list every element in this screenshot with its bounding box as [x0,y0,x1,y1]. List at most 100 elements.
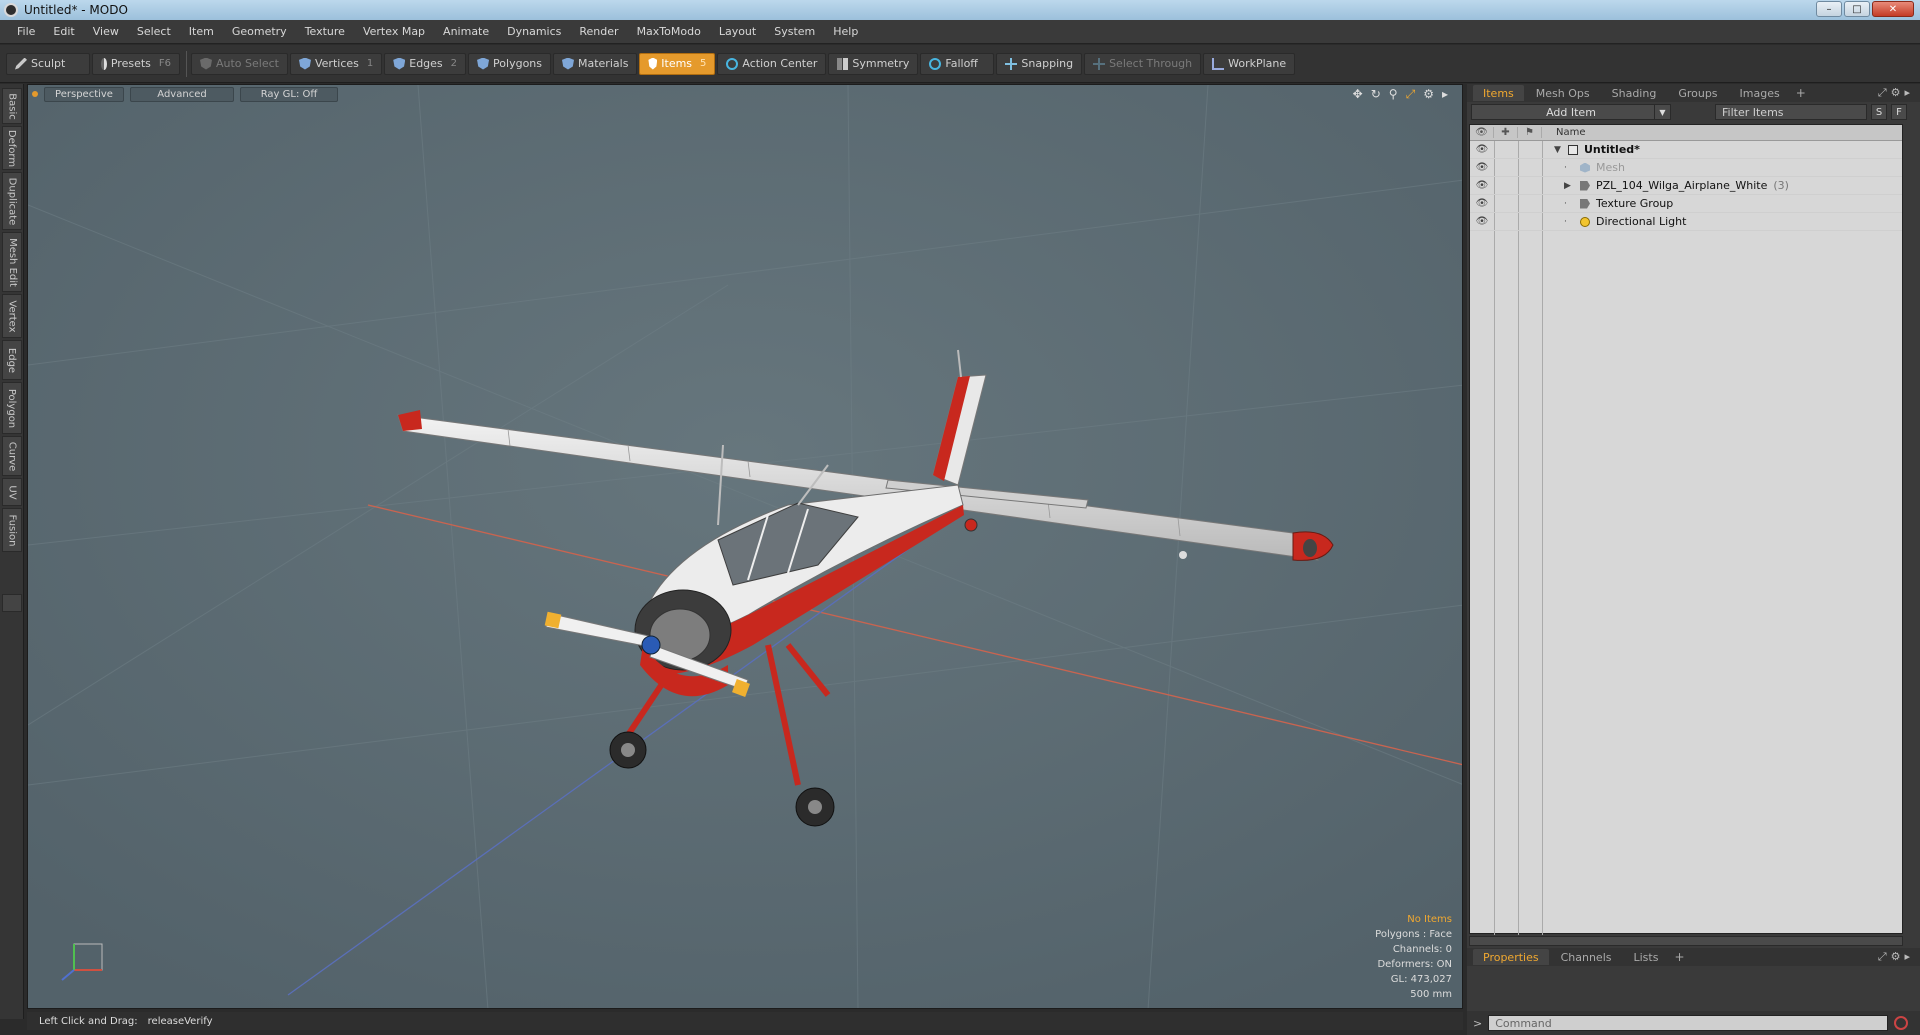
tab-mesh-ops[interactable]: Mesh Ops [1526,85,1600,101]
snapping-button[interactable]: Snapping [996,52,1083,75]
viewport-menu-dot[interactable] [32,91,38,97]
tab-edge[interactable]: Edge [2,340,22,380]
expand-arrow-icon[interactable]: ▼ [1554,145,1561,155]
tree-column-divider [1518,141,1519,935]
panel-options-icon[interactable]: ⤢⚙▸ [1878,950,1914,964]
add-tab-icon[interactable]: + [1796,86,1806,100]
eye-icon[interactable]: 👁 [1470,216,1494,227]
eye-icon[interactable]: 👁 [1470,144,1494,155]
add-item-button[interactable]: Add Item ▼ [1471,104,1671,120]
eye-icon[interactable]: 👁 [1470,198,1494,209]
items-icon [648,57,658,70]
expand-arrow-icon[interactable]: ▶ [1564,181,1571,191]
tree-row-mesh[interactable]: 👁 · Mesh [1470,159,1902,177]
minimize-button[interactable]: – [1816,1,1842,17]
presets-icon [101,57,107,70]
stop-icon[interactable] [1894,1016,1909,1030]
view-advanced-tab[interactable]: Advanced [130,86,234,102]
tree-scrollbar[interactable] [1469,936,1903,946]
symmetry-button[interactable]: Symmetry [828,52,919,75]
presets-button[interactable]: Presets F6 [92,52,180,75]
auto-select-button[interactable]: Auto Select [191,52,288,75]
menu-item[interactable]: Item [180,25,223,38]
zoom-icon[interactable]: ⚲ [1389,87,1398,102]
items-button[interactable]: Items 5 [639,52,716,75]
status-hint-action: releaseVerify [147,1015,213,1027]
menu-file[interactable]: File [8,25,44,38]
wing-light [1179,551,1187,559]
auto-select-icon [200,57,212,70]
falloff-button[interactable]: Falloff [920,52,995,75]
workplane-button[interactable]: WorkPlane [1203,52,1296,75]
render-column-icon[interactable]: ⚑ [1518,127,1542,138]
lock-column-icon[interactable]: ✚ [1494,127,1518,138]
menu-geometry[interactable]: Geometry [223,25,296,38]
tab-collapse-handle[interactable] [2,594,22,612]
propeller-tip-left [544,611,562,629]
add-tab-icon[interactable]: + [1674,950,1684,964]
name-column-header[interactable]: Name [1556,127,1586,138]
menu-render[interactable]: Render [570,25,627,38]
tree-row-texture-group[interactable]: 👁 · Texture Group [1470,195,1902,213]
menu-edit[interactable]: Edit [44,25,83,38]
raygl-tab[interactable]: Ray GL: Off [240,86,338,102]
materials-button[interactable]: Materials [553,52,638,75]
menu-select[interactable]: Select [128,25,180,38]
tab-duplicate[interactable]: Duplicate [2,172,22,230]
toolbar-separator [186,50,187,77]
tab-fusion[interactable]: Fusion [2,508,22,552]
materials-icon [562,57,574,70]
tab-groups[interactable]: Groups [1668,85,1727,101]
menu-layout[interactable]: Layout [710,25,765,38]
tab-basic[interactable]: Basic [2,88,22,124]
settings-gear-icon[interactable]: ⚙ [1423,87,1434,102]
tree-row-airplane-group[interactable]: 👁 ▶ PZL_104_Wilga_Airplane_White (3) [1470,177,1902,195]
sculpt-button[interactable]: Sculpt [6,52,90,75]
polygons-button[interactable]: Polygons [468,52,551,75]
rotate-icon[interactable]: ↻ [1371,87,1381,102]
eye-icon[interactable]: 👁 [1470,162,1494,173]
tab-curve[interactable]: Curve [2,436,22,476]
menu-animate[interactable]: Animate [434,25,498,38]
view-perspective-tab[interactable]: Perspective [44,86,124,102]
close-button[interactable]: ✕ [1872,1,1914,17]
properties-panel-tabs: Properties Channels Lists + ⤢⚙▸ [1467,948,1920,966]
filter-items-input[interactable] [1715,104,1867,120]
tab-items[interactable]: Items [1473,85,1524,101]
menu-help[interactable]: Help [824,25,867,38]
tab-shading[interactable]: Shading [1602,85,1667,101]
select-through-button[interactable]: Select Through [1084,52,1202,75]
command-input[interactable] [1488,1015,1889,1031]
chevron-down-icon[interactable]: ▼ [1654,105,1670,119]
filter-s-button[interactable]: S [1871,104,1887,120]
tab-mesh-edit[interactable]: Mesh Edit [2,232,22,292]
action-center-button[interactable]: Action Center [717,52,827,75]
viewport-menu-arrow-icon[interactable]: ▸ [1442,87,1448,102]
edges-button[interactable]: Edges 2 [384,52,467,75]
3d-viewport[interactable]: Perspective Advanced Ray GL: Off ✥ ↻ ⚲ ⤢… [27,84,1463,1009]
tab-uv[interactable]: UV [2,478,22,506]
menu-system[interactable]: System [765,25,824,38]
maximize-button[interactable]: □ [1844,1,1870,17]
tab-vertex[interactable]: Vertex [2,294,22,338]
menu-vertex-map[interactable]: Vertex Map [354,25,434,38]
filter-f-button[interactable]: F [1891,104,1907,120]
menu-view[interactable]: View [84,25,128,38]
vertices-button[interactable]: Vertices 1 [289,52,383,75]
visibility-column-icon[interactable]: 👁 [1470,127,1494,138]
tab-lists[interactable]: Lists [1624,949,1669,965]
panel-options-icon[interactable]: ⤢⚙▸ [1878,86,1914,100]
menu-dynamics[interactable]: Dynamics [498,25,570,38]
menu-maxtomodo[interactable]: MaxToModo [628,25,710,38]
tab-properties[interactable]: Properties [1473,949,1549,965]
eye-icon[interactable]: 👁 [1470,180,1494,191]
menu-texture[interactable]: Texture [296,25,354,38]
tab-channels[interactable]: Channels [1551,949,1622,965]
tab-deform[interactable]: Deform [2,126,22,170]
tab-images[interactable]: Images [1730,85,1790,101]
fit-icon[interactable]: ⤢ [1406,87,1416,102]
pan-icon[interactable]: ✥ [1353,87,1363,102]
tab-polygon[interactable]: Polygon [2,382,22,434]
tree-row-directional-light[interactable]: 👁 · Directional Light [1470,213,1902,231]
tree-row-scene[interactable]: 👁 ▼ Untitled* [1470,141,1902,159]
